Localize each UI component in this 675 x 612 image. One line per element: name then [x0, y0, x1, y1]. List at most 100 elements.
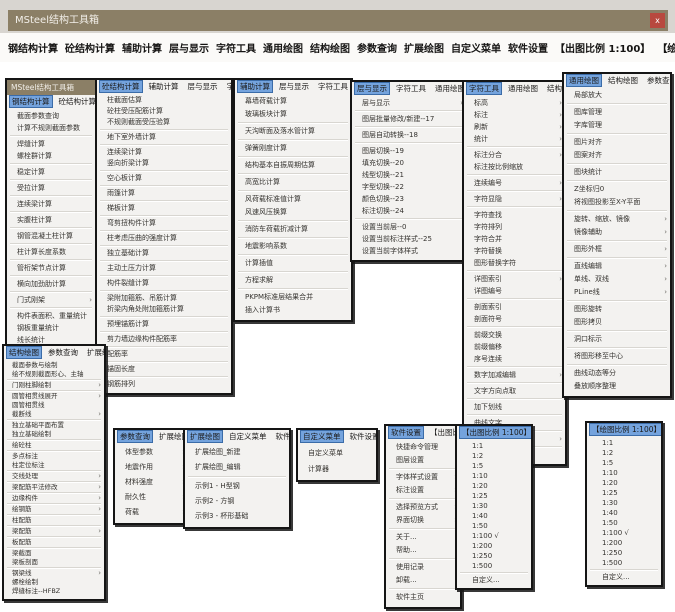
menu-tab[interactable]: 辅助计算 — [147, 81, 181, 92]
menu-item[interactable]: 层与显示› — [352, 97, 466, 109]
menu-item[interactable]: 1:20 — [457, 481, 531, 491]
menu-item[interactable]: 消防车荷载折减计算 — [235, 223, 351, 236]
menu-item[interactable]: 1:5 — [587, 458, 661, 468]
menu-tab[interactable]: 【绘图比例 1:100】 — [590, 424, 661, 435]
menu-item[interactable]: 1:25 — [457, 491, 531, 501]
menu-item[interactable]: 界面切换› — [386, 514, 460, 527]
menu-tab[interactable]: 自定义菜单 — [301, 431, 343, 442]
menu-item[interactable]: 雨篷计算 — [97, 188, 231, 199]
menu-item[interactable]: 独立基础计算 — [97, 248, 231, 259]
menu-item[interactable]: 选择预览方式› — [386, 501, 460, 514]
menu-item[interactable]: 1:200 — [457, 541, 531, 551]
menu-tab[interactable]: 通用绘图 — [506, 83, 540, 94]
menu-item[interactable]: 扩展绘图_编辑 — [185, 460, 289, 475]
menubar-item[interactable]: 【出图比例 1:100】 — [555, 40, 650, 55]
menu-item[interactable]: 剖面索引 — [464, 301, 565, 313]
menu-item[interactable]: 刷新› — [464, 121, 565, 133]
menu-item[interactable]: 单线、双线› — [564, 273, 670, 286]
menubar-item[interactable]: 通用绘图 — [263, 40, 303, 55]
menu-item[interactable]: 受拉计算 — [7, 182, 95, 194]
menu-item[interactable]: 管桁架节点计算 — [7, 262, 95, 274]
menu-item[interactable]: 1:40 — [587, 508, 661, 518]
menu-item[interactable]: 交线处理› — [4, 472, 104, 481]
menu-item[interactable]: 图片对齐 — [564, 136, 670, 149]
menu-item[interactable]: 梁配筋› — [4, 527, 104, 536]
menu-tab[interactable]: 字符 — [225, 81, 232, 92]
menu-item[interactable]: 地震作用› — [115, 460, 188, 475]
menu-item[interactable]: 1:1 — [457, 441, 531, 451]
menu-item[interactable]: 弹簧刚度计算 — [235, 142, 351, 155]
menu-item[interactable]: 详图编号 — [464, 285, 565, 297]
menu-tab[interactable]: 软件设置 — [274, 431, 290, 442]
menu-item[interactable]: 梁截面 — [4, 549, 104, 558]
menu-item[interactable]: 柱定位标注 — [4, 461, 104, 470]
menu-item[interactable]: 自定义... — [457, 575, 531, 585]
menu-item[interactable]: 1:25 — [587, 488, 661, 498]
menu-item[interactable]: 将图形移至中心 — [564, 350, 670, 363]
menu-item[interactable]: 截面参数查询 — [7, 110, 95, 122]
menubar-item[interactable]: 辅助计算 — [122, 40, 162, 55]
menu-item[interactable]: 1:20 — [587, 478, 661, 488]
menu-item[interactable]: 统计› — [464, 133, 565, 145]
menu-item[interactable]: 字符查找 — [464, 209, 565, 221]
menu-item[interactable]: 梁板剖面 — [4, 558, 104, 567]
menu-item[interactable]: 钢梁线› — [4, 569, 104, 578]
menu-item[interactable]: 将视图投影至X-Y平面 — [564, 196, 670, 209]
menu-item[interactable]: 图形外框› — [564, 243, 670, 256]
menu-item[interactable]: 1:200 — [587, 538, 661, 548]
menu-item[interactable]: 设置当前层--0 — [352, 221, 466, 233]
menu-item[interactable]: 柱配筋 — [4, 516, 104, 525]
menu-item[interactable]: 1:250 — [587, 548, 661, 558]
close-icon[interactable]: x — [650, 13, 665, 28]
menu-item[interactable]: 字符合并 — [464, 233, 565, 245]
menu-item[interactable]: 柱考虑压曲的强度计算 — [97, 233, 231, 244]
menu-item[interactable]: 1:50 — [457, 521, 531, 531]
menu-item[interactable]: 焊缝计算 — [7, 138, 95, 150]
menu-item[interactable]: 1:500 — [457, 561, 531, 571]
menu-item[interactable]: 玻璃板块计算 — [235, 108, 351, 121]
menu-item[interactable]: 圆管相贯线 — [4, 401, 104, 410]
menu-item[interactable]: 折梁内角处附加箍筋计算 — [97, 304, 231, 315]
menu-item[interactable]: 填充切换--20 — [352, 157, 466, 169]
menu-item[interactable]: 图形替换字符 — [464, 257, 565, 269]
menubar-item[interactable]: 软件设置 — [508, 40, 548, 55]
menu-item[interactable]: 自定义菜单 — [298, 445, 376, 461]
menu-item[interactable]: 材料强度› — [115, 475, 188, 490]
menu-item[interactable]: 截断线› — [4, 410, 104, 419]
menu-tab[interactable]: 砼结构计算 — [100, 81, 142, 92]
menu-item[interactable]: 1:30 — [587, 498, 661, 508]
menu-item[interactable]: 绘不规则截面形心、主轴 — [4, 370, 104, 379]
menu-item[interactable]: 钢板重量统计 — [7, 322, 95, 334]
menu-tab[interactable]: 参数查询 — [46, 347, 80, 358]
menu-item[interactable]: 图形拷贝 — [564, 316, 670, 329]
menu-item[interactable]: 稳定计算 — [7, 166, 95, 178]
menu-tab[interactable]: 软件设置 — [389, 427, 423, 438]
menu-item[interactable]: 梯板计算 — [97, 203, 231, 214]
menu-item[interactable]: 连续梁计算 — [7, 198, 95, 210]
menu-item[interactable]: 1:100 √ — [457, 531, 531, 541]
menu-item[interactable]: 字型切换--22 — [352, 181, 466, 193]
menu-item[interactable]: 不规则截面受压验算 — [97, 117, 231, 128]
menu-item[interactable]: 钢管混凝土柱计算 — [7, 230, 95, 242]
menu-item[interactable]: 快捷命令管理 — [386, 441, 460, 454]
menu-tab[interactable]: 参数查询 — [645, 75, 670, 86]
menu-tab[interactable]: 层与显示 — [186, 81, 220, 92]
menu-tab[interactable]: 自定义菜单 — [227, 431, 269, 442]
menu-item[interactable]: 螺栓群计算 — [7, 150, 95, 162]
menubar-item[interactable]: 自定义菜单 — [451, 40, 501, 55]
menu-item[interactable]: 1:250 — [457, 551, 531, 561]
menu-tab[interactable]: 扩展绘图 — [188, 431, 222, 442]
menubar-item[interactable]: 钢结构计算 — [8, 40, 58, 55]
menu-item[interactable]: 构件裂缝计算 — [97, 278, 231, 289]
menu-item[interactable]: 示例2 - 方钢 — [185, 494, 289, 509]
menu-item[interactable]: 耐久性› — [115, 490, 188, 505]
menu-item[interactable]: 配筋率 — [97, 349, 231, 360]
menu-tab[interactable]: 钢结构计算 — [10, 96, 52, 107]
menubar-item[interactable]: 结构绘图 — [310, 40, 350, 55]
menu-item[interactable]: 字体样式设置› — [386, 471, 460, 484]
menu-item[interactable]: PKPM标准层结果合并 — [235, 291, 351, 304]
menu-item[interactable]: 计算插值 — [235, 257, 351, 270]
menu-item[interactable]: 门式刚架› — [7, 294, 95, 306]
menu-item[interactable]: 标高› — [464, 97, 565, 109]
menu-item[interactable]: 示例1 - H型钢 — [185, 479, 289, 494]
